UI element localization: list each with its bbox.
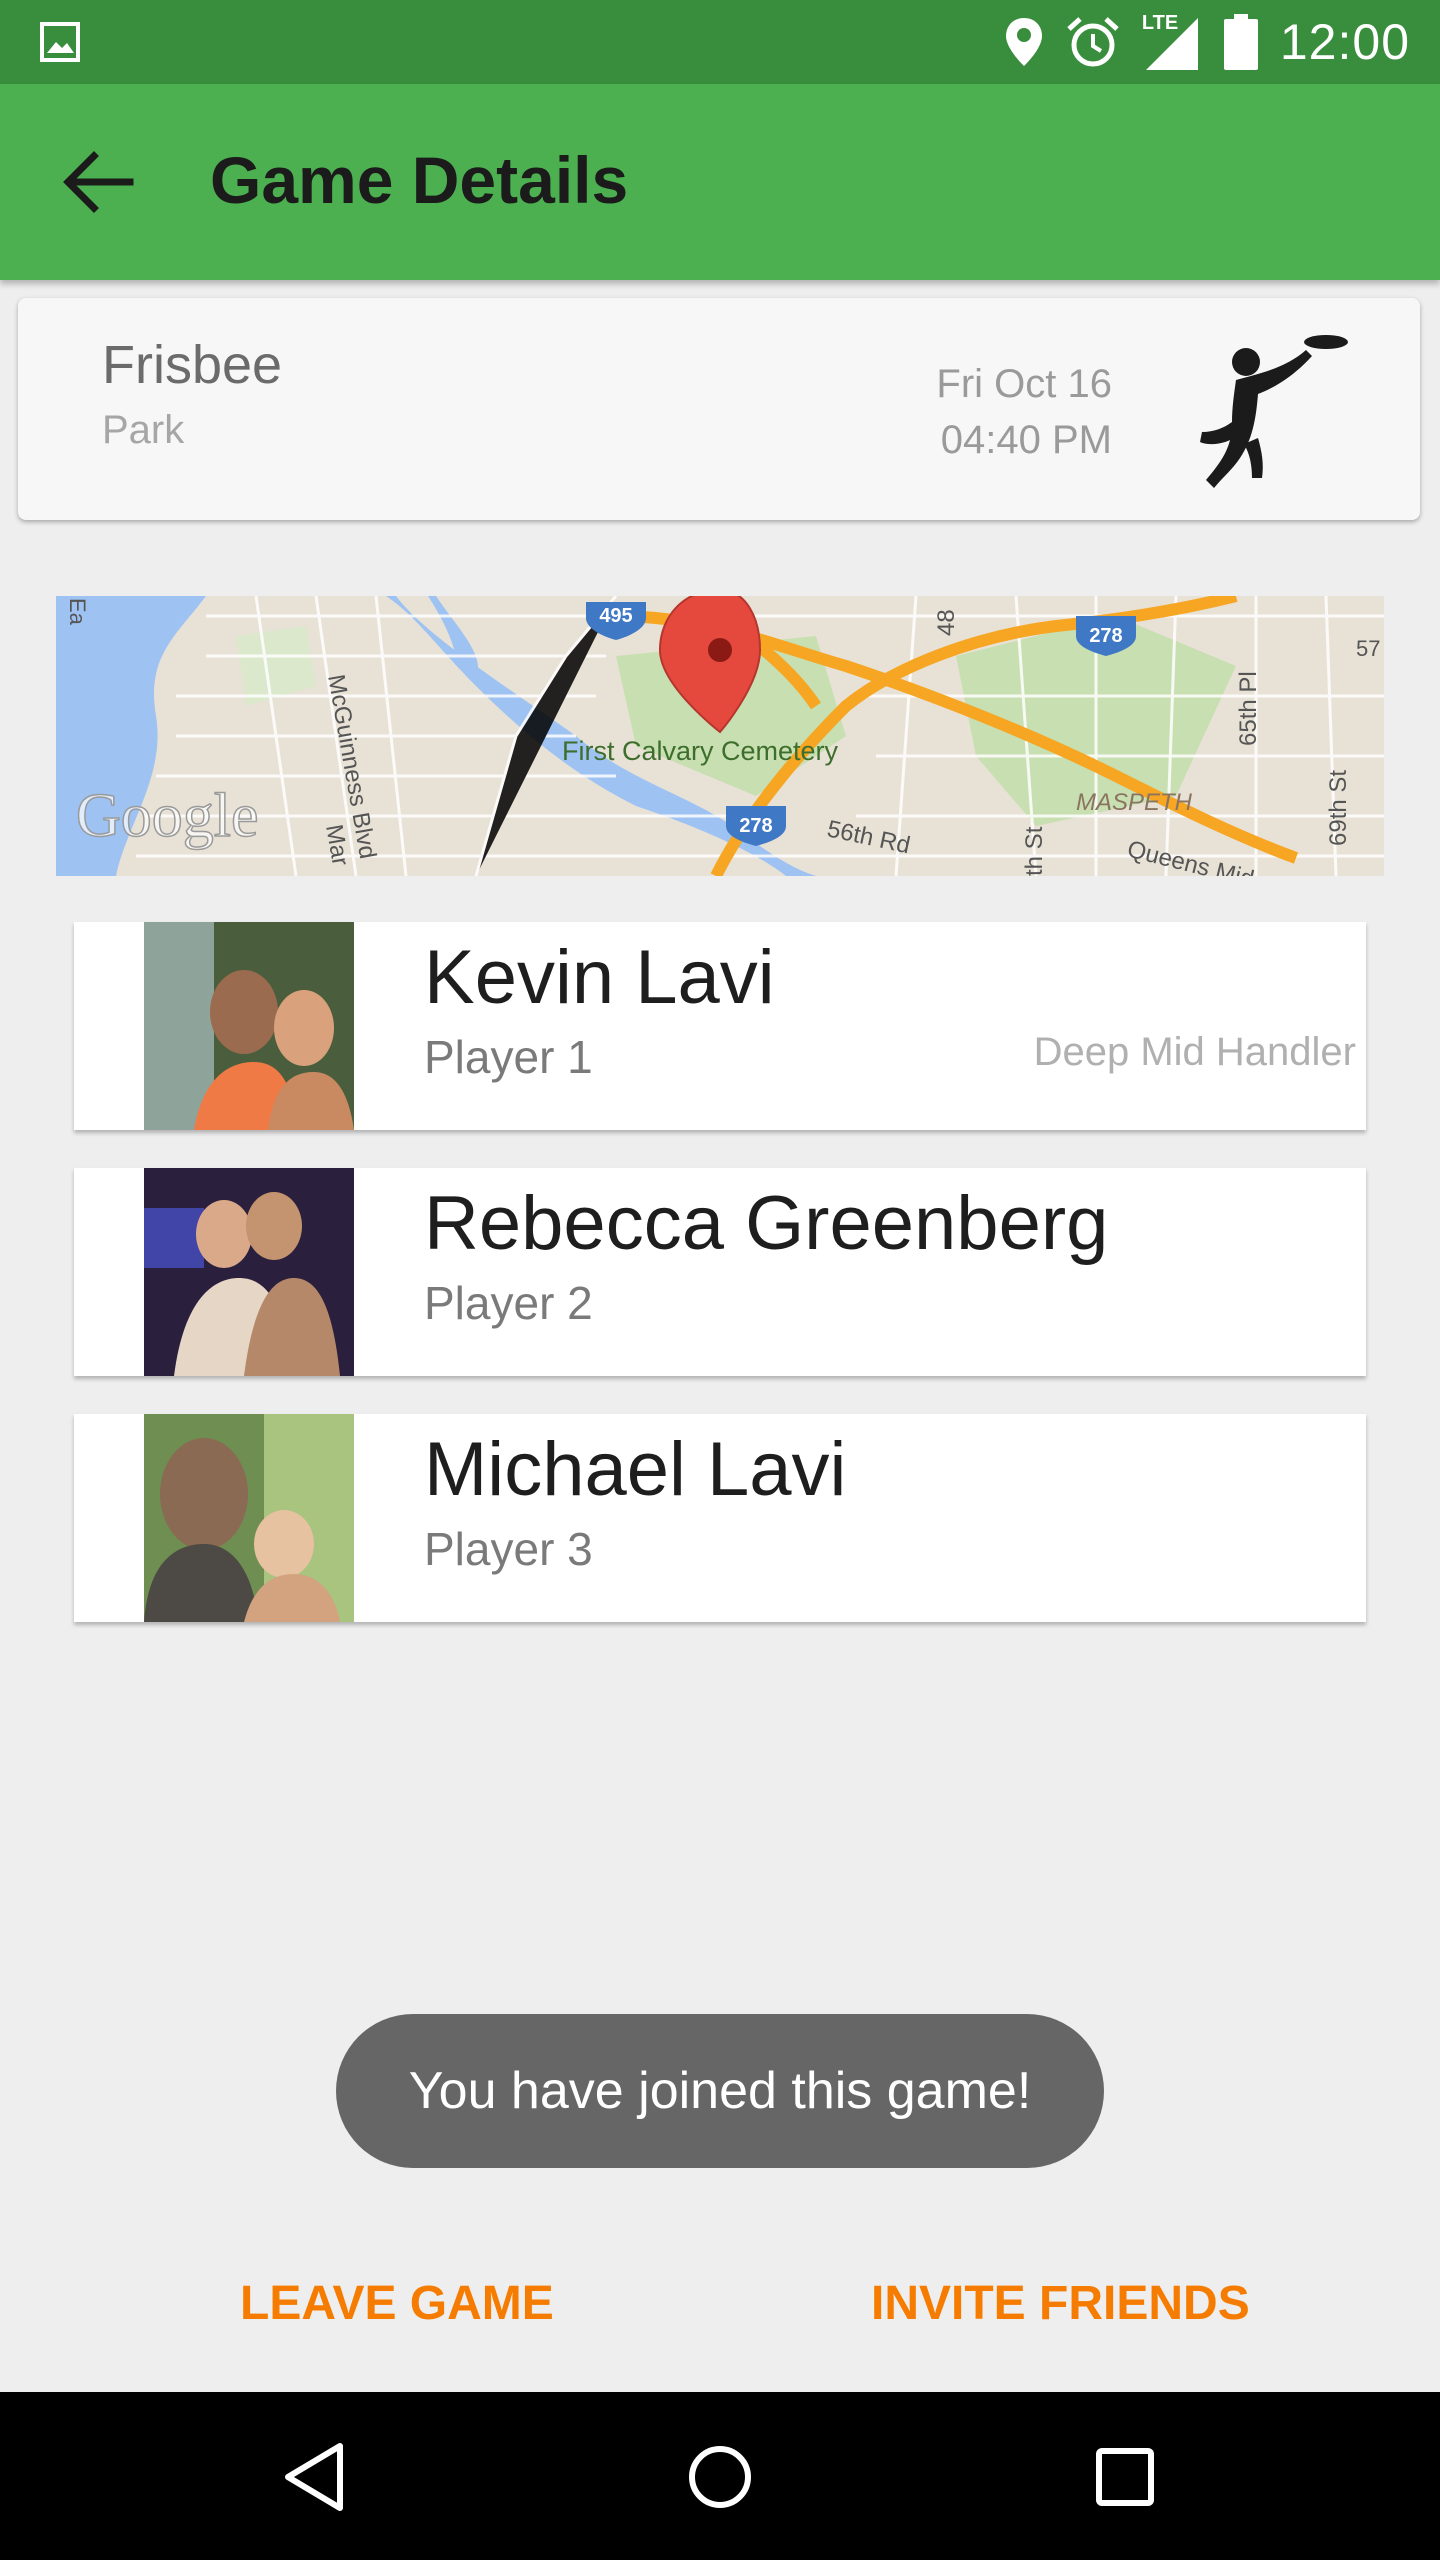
clock: 12:00 (1279, 14, 1410, 70)
player-photo (144, 922, 354, 1130)
player-photo (144, 1414, 354, 1622)
location-icon (1005, 18, 1042, 66)
status-bar: LTE 12:00 (0, 0, 1440, 84)
player-number: Player 1 (424, 1031, 593, 1083)
map-street-label: 65th Pl (1235, 671, 1262, 746)
map-place-label: First Calvary Cemetery (562, 736, 839, 766)
game-info-card: Frisbee Park Fri Oct 16 04:40 PM (18, 298, 1420, 520)
player-card[interactable]: Michael Lavi Player 3 (74, 1414, 1366, 1622)
player-card[interactable]: Kevin Lavi Player 1 Deep Mid Handler (74, 922, 1366, 1130)
frisbee-player-icon (1200, 335, 1348, 488)
player-number: Player 3 (424, 1523, 593, 1575)
map-view[interactable]: 495 278 278 First Calvary Cemetery MASPE… (56, 596, 1384, 876)
shield-278-north: 278 (1089, 625, 1122, 647)
page-title: Game Details (210, 143, 629, 217)
map-street-label: Ea (65, 598, 90, 626)
player-name: Michael Lavi (424, 1427, 847, 1512)
arrow-left-icon[interactable] (60, 150, 136, 214)
venue-type: Park (102, 408, 185, 452)
gallery-icon (40, 22, 80, 62)
invite-friends-button[interactable]: INVITE FRIENDS (871, 2276, 1250, 2331)
shield-495: 495 (599, 605, 632, 627)
google-watermark: Google (76, 782, 259, 850)
game-time: 04:40 PM (940, 418, 1112, 462)
signal-icon: LTE (1142, 12, 1202, 72)
player-position: Deep Mid Handler (1033, 1030, 1356, 1074)
player-photo (144, 1168, 354, 1376)
app-bar: Game Details (0, 84, 1440, 280)
player-name: Kevin Lavi (424, 935, 775, 1020)
alarm-icon (1067, 17, 1119, 67)
navigation-bar (0, 2392, 1440, 2560)
leave-game-button[interactable]: LEAVE GAME (240, 2276, 554, 2331)
player-name: Rebecca Greenberg (424, 1181, 1109, 1266)
map-street-label: 57 (1356, 636, 1380, 661)
map-street-label: 48 (933, 609, 960, 636)
map-street-label: th St (1021, 826, 1048, 876)
sport-name: Frisbee (102, 335, 283, 395)
shield-278-south: 278 (739, 815, 772, 837)
home-circle-icon[interactable] (675, 2432, 765, 2522)
player-number: Player 2 (424, 1277, 593, 1329)
map-canvas: 495 278 278 First Calvary Cemetery MASPE… (56, 596, 1384, 876)
back-triangle-icon[interactable] (270, 2432, 360, 2522)
map-area-label: MASPETH (1076, 789, 1193, 816)
map-street-label: 69th St (1325, 770, 1352, 846)
toast-message: You have joined this game! (336, 2014, 1104, 2168)
player-card[interactable]: Rebecca Greenberg Player 2 (74, 1168, 1366, 1376)
recents-square-icon[interactable] (1080, 2432, 1170, 2522)
battery-icon (1223, 14, 1258, 70)
game-date: Fri Oct 16 (936, 362, 1112, 406)
